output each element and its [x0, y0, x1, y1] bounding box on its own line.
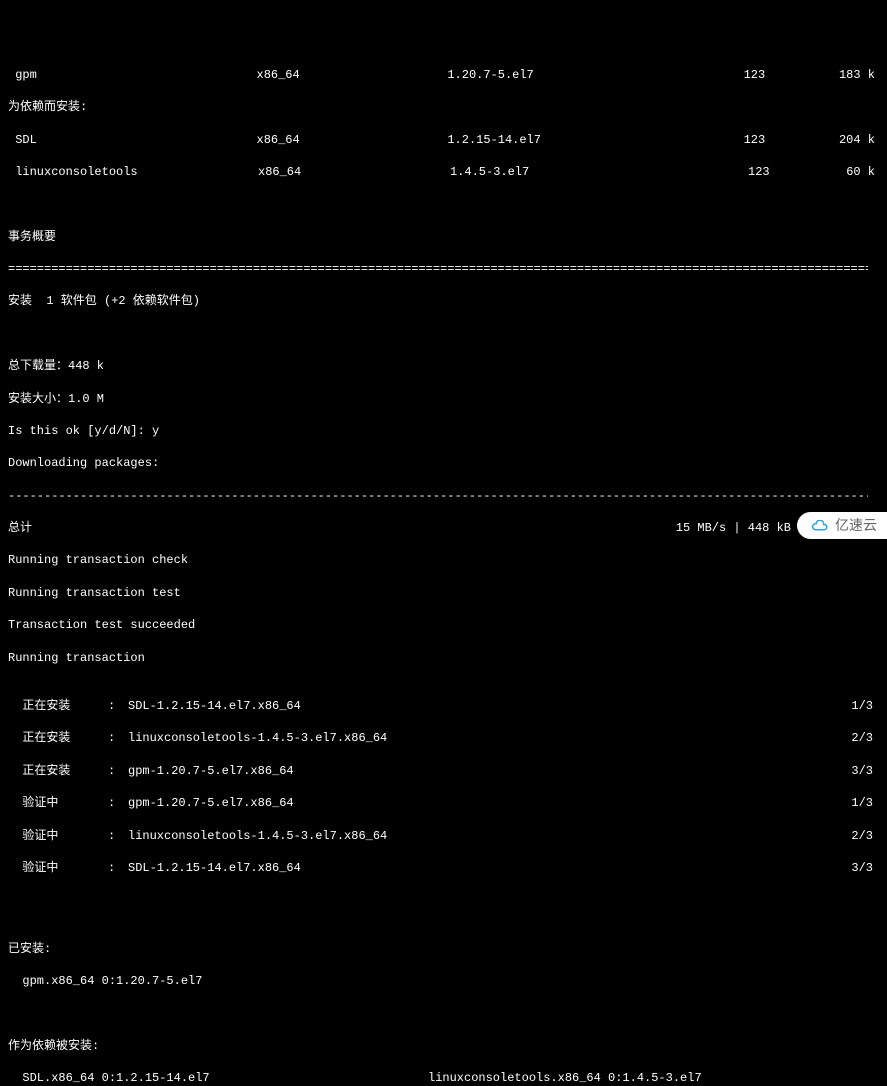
action-label: 正在安装	[8, 730, 108, 746]
pkg-arch: x86_64	[257, 67, 448, 83]
action-label: 正在安装	[8, 698, 108, 714]
download-size: 总下载量：448 k	[8, 358, 887, 374]
confirm-prompt: Is this ok [y/d/N]: y	[8, 423, 887, 439]
install-line: 安装 1 软件包 (+2 依赖软件包)	[8, 293, 887, 309]
install-row: 正在安装 : SDL-1.2.15-14.el7.x86_64 1/3	[8, 698, 887, 714]
action-pkg: linuxconsoletools-1.4.5-3.el7.x86_64	[128, 828, 847, 844]
pkg-size: 60 k	[844, 164, 887, 180]
pkg-ver: 1.20.7-5.el7	[447, 67, 743, 83]
install-row: 正在安装 : gpm-1.20.7-5.el7.x86_64 3/3	[8, 763, 887, 779]
action-pkg: SDL-1.2.15-14.el7.x86_64	[128, 698, 847, 714]
colon: :	[108, 698, 128, 714]
action-pkg: gpm-1.20.7-5.el7.x86_64	[128, 763, 847, 779]
dep-header: 为依赖而安装:	[8, 99, 887, 115]
install-row: 正在安装 : linuxconsoletools-1.4.5-3.el7.x86…	[8, 730, 887, 746]
dash-rule: ----------------------------------------…	[8, 488, 868, 504]
pkg-row: gpm x86_64 1.20.7-5.el7 123 183 k	[8, 67, 887, 83]
pkg-repo: 123	[744, 132, 839, 148]
pkg-repo: 123	[744, 67, 839, 83]
colon: :	[108, 763, 128, 779]
total-label: 总计	[8, 520, 676, 536]
pkg-ver: 1.4.5-3.el7	[450, 164, 748, 180]
dep-installed-b: linuxconsoletools.x86_64 0:1.4.5-3.el7	[428, 1070, 702, 1086]
tx-step: Running transaction test	[8, 585, 887, 601]
downloading: Downloading packages:	[8, 455, 887, 471]
pkg-arch: x86_64	[258, 164, 450, 180]
installed-pkg: gpm.x86_64 0:1.20.7-5.el7	[8, 973, 887, 989]
install-row: 验证中 : linuxconsoletools-1.4.5-3.el7.x86_…	[8, 828, 887, 844]
tx-step: Transaction test succeeded	[8, 617, 887, 633]
install-size: 安装大小：1.0 M	[8, 391, 887, 407]
pkg-name: gpm	[8, 67, 257, 83]
pkg-arch: x86_64	[257, 132, 448, 148]
watermark-text: 亿速云	[835, 516, 877, 535]
dep-installed-label: 作为依赖被安装:	[8, 1038, 887, 1054]
dep-installed-a: SDL.x86_64 0:1.2.15-14.el7	[8, 1070, 428, 1086]
colon: :	[108, 730, 128, 746]
action-count: 3/3	[847, 860, 887, 876]
install-row: 验证中 : gpm-1.20.7-5.el7.x86_64 1/3	[8, 795, 887, 811]
tx-step: Running transaction check	[8, 552, 887, 568]
action-pkg: SDL-1.2.15-14.el7.x86_64	[128, 860, 847, 876]
action-label: 验证中	[8, 795, 108, 811]
pkg-row: SDL x86_64 1.2.15-14.el7 123 204 k	[8, 132, 887, 148]
pkg-ver: 1.2.15-14.el7	[447, 132, 743, 148]
colon: :	[108, 828, 128, 844]
action-label: 正在安装	[8, 763, 108, 779]
watermark-badge: 亿速云	[797, 512, 887, 539]
action-label: 验证中	[8, 860, 108, 876]
action-pkg: gpm-1.20.7-5.el7.x86_64	[128, 795, 847, 811]
action-count: 3/3	[847, 763, 887, 779]
installed-label: 已安装:	[8, 941, 887, 957]
tx-summary: 事务概要	[8, 229, 887, 245]
pkg-name: SDL	[8, 132, 257, 148]
rule: ========================================…	[8, 261, 868, 277]
tx-step: Running transaction	[8, 650, 887, 666]
action-count: 1/3	[847, 795, 887, 811]
pkg-repo: 123	[748, 164, 844, 180]
action-label: 验证中	[8, 828, 108, 844]
colon: :	[108, 795, 128, 811]
action-pkg: linuxconsoletools-1.4.5-3.el7.x86_64	[128, 730, 847, 746]
total-row: 总计 15 MB/s | 448 kB 00:00:00	[8, 520, 887, 536]
colon: :	[108, 860, 128, 876]
pkg-size: 204 k	[839, 132, 887, 148]
dep-installed-row: SDL.x86_64 0:1.2.15-14.el7 linuxconsolet…	[8, 1070, 887, 1086]
action-count: 2/3	[847, 730, 887, 746]
pkg-size: 183 k	[839, 67, 887, 83]
pkg-name: linuxconsoletools	[8, 164, 258, 180]
action-count: 2/3	[847, 828, 887, 844]
action-count: 1/3	[847, 698, 887, 714]
pkg-row: linuxconsoletools x86_64 1.4.5-3.el7 123…	[8, 164, 887, 180]
install-row: 验证中 : SDL-1.2.15-14.el7.x86_64 3/3	[8, 860, 887, 876]
cloud-icon	[811, 520, 829, 532]
